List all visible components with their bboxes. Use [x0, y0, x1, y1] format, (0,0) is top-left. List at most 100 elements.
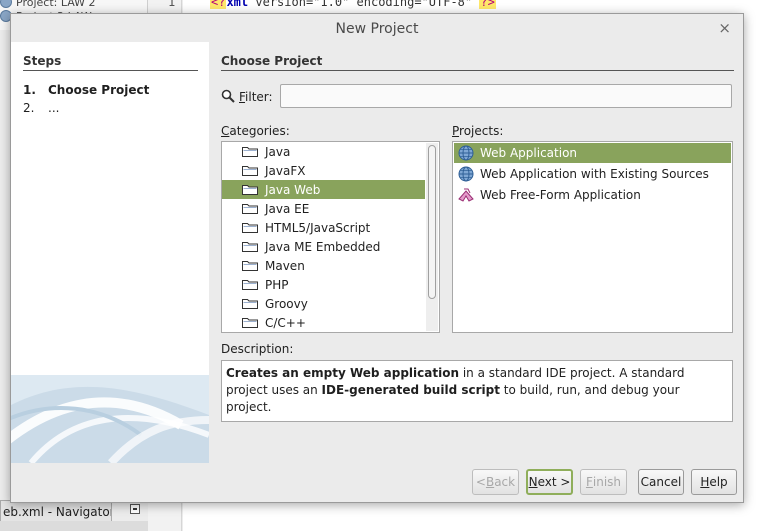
category-item[interactable]: Groovy: [222, 294, 425, 313]
category-label: HTML5/JavaScript: [265, 220, 371, 235]
filter-label: Filter:: [239, 90, 273, 104]
step-item-next: 2. ...: [23, 101, 59, 115]
categories-label: Categories:: [221, 124, 290, 138]
project-item[interactable]: Web Application with Existing Sources: [454, 164, 731, 184]
navigator-tab-label: eb.xml - Navigator: [3, 504, 112, 519]
xml-pi-close: ?>: [479, 0, 496, 9]
folder-icon: [242, 299, 258, 309]
scrollbar-thumb[interactable]: [428, 145, 436, 299]
search-icon: [221, 89, 235, 103]
mnemonic: F: [585, 475, 593, 489]
description-bold-2: IDE-generated build script: [321, 383, 500, 397]
category-label: JavaFX: [265, 163, 306, 178]
projects-label: Projects:: [452, 124, 503, 138]
mnemonic: P: [452, 124, 460, 138]
mnemonic: N: [528, 475, 538, 489]
project-item[interactable]: Web Free-Form Application: [454, 185, 731, 205]
filter-input[interactable]: [280, 84, 732, 108]
step-label: ...: [48, 101, 60, 115]
mnemonic: B: [485, 475, 495, 489]
line-number: 1: [168, 0, 176, 9]
steps-panel: Steps 1. Choose Project 2. ...: [11, 42, 209, 463]
close-icon[interactable]: ×: [718, 19, 731, 37]
cancel-button[interactable]: Cancel: [638, 469, 684, 495]
step-number: 2.: [23, 101, 35, 115]
project-globe-icon: [0, 0, 12, 8]
category-item[interactable]: JavaFX: [222, 161, 425, 180]
category-label: Java EE: [265, 201, 310, 216]
folder-icon: [242, 204, 258, 214]
xml-pi-open: <?: [210, 0, 227, 9]
code-line: <?xml version="1.0" encoding="UTF-8" ?>: [210, 0, 496, 9]
navigator-tab[interactable]: eb.xml - Navigator ✕: [0, 500, 112, 522]
new-project-dialog: New Project × Steps 1. Choose Project 2.…: [10, 13, 744, 503]
folder-icon: [242, 280, 258, 290]
finish-button[interactable]: Finish: [580, 469, 627, 495]
project-label: Web Free-Form Application: [480, 188, 641, 202]
category-label: Java Web: [265, 182, 321, 197]
folder-icon: [242, 223, 258, 233]
button-text: ack: [494, 475, 516, 489]
category-label: Java ME Embedded: [265, 239, 381, 254]
step-item-choose-project: 1. Choose Project: [23, 83, 149, 97]
divider: [221, 70, 734, 71]
category-item[interactable]: Java EE: [222, 199, 425, 218]
folder-icon: [242, 147, 258, 157]
dialog-title: New Project: [335, 21, 419, 37]
category-item-selected[interactable]: Java Web: [222, 180, 425, 199]
step-number: 1.: [23, 83, 36, 97]
mnemonic: H: [700, 475, 710, 489]
ide-status-strip: [0, 521, 148, 531]
xml-attr-encoding: encoding="UTF-8": [349, 0, 473, 9]
back-button[interactable]: < Back: [472, 469, 519, 495]
category-label: PHP: [265, 277, 289, 292]
next-button[interactable]: Next >: [526, 469, 573, 495]
category-item[interactable]: C/C++: [222, 313, 425, 332]
tree-item-label: Project: LAW 2: [16, 0, 96, 9]
folder-icon: [242, 185, 258, 195]
folder-icon: [242, 318, 258, 328]
label-text: ategories:: [229, 124, 290, 138]
step-label: Choose Project: [48, 83, 150, 97]
content-title: Choose Project: [221, 54, 323, 68]
label-text: rojects:: [459, 124, 504, 138]
category-item[interactable]: HTML5/JavaScript: [222, 218, 425, 237]
project-label: Web Application: [480, 146, 578, 160]
category-label: Java: [265, 144, 291, 159]
freeform-icon: [458, 188, 474, 202]
category-item[interactable]: Java ME Embedded: [222, 237, 425, 256]
description-bold-1: Creates an empty Web application: [226, 366, 460, 380]
button-text: inish: [592, 475, 622, 489]
tree-item[interactable]: Project: LAW 2: [0, 0, 96, 9]
projects-list[interactable]: Web Application Web Application with Exi…: [452, 141, 733, 333]
filter-row: Filter:: [221, 84, 733, 110]
category-item[interactable]: PHP: [222, 275, 425, 294]
button-text: elp: [709, 475, 728, 489]
folder-icon: [242, 166, 258, 176]
xml-attr-version: version="1.0": [248, 0, 350, 9]
folder-icon: [242, 261, 258, 271]
project-label: Web Application with Existing Sources: [480, 167, 709, 181]
folder-icon: [242, 242, 258, 252]
divider: [23, 70, 198, 71]
category-label: Maven: [265, 258, 305, 273]
category-label: C/C++: [265, 315, 306, 330]
globe-icon: [458, 166, 474, 182]
help-button[interactable]: Help: [691, 469, 737, 495]
project-item-selected[interactable]: Web Application: [454, 143, 731, 163]
categories-list[interactable]: Java JavaFX Java Web Java EE HTML5/JavaS…: [221, 141, 440, 333]
globe-icon: [458, 145, 474, 161]
steps-header: Steps: [23, 54, 62, 68]
categories-scrollbar[interactable]: [426, 143, 438, 331]
category-item[interactable]: Maven: [222, 256, 425, 275]
button-text: ext >: [537, 475, 571, 489]
minimize-icon[interactable]: [130, 504, 140, 514]
category-item[interactable]: Java: [222, 142, 425, 161]
button-text: <: [475, 475, 486, 489]
xml-keyword: xml: [226, 0, 249, 9]
description-label: Description:: [221, 342, 294, 356]
wizard-banner-graphic: [11, 375, 209, 463]
description-box: Creates an empty Web application in a st…: [221, 360, 733, 422]
category-label: Groovy: [265, 296, 308, 311]
label-text: ilter:: [245, 90, 273, 104]
